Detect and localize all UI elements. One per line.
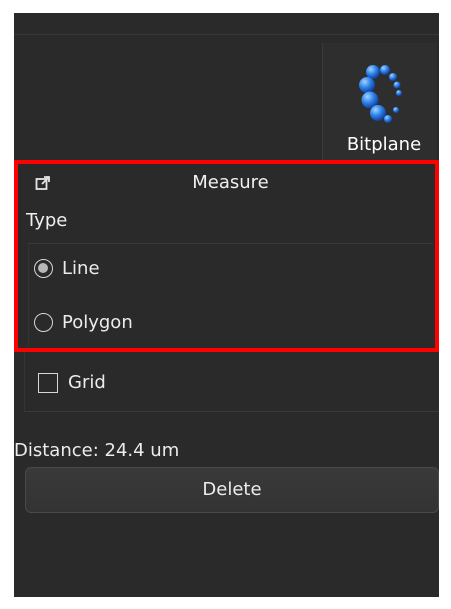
radio-button-icon[interactable] <box>34 313 53 332</box>
radio-line[interactable]: Line <box>34 258 100 279</box>
radio-polygon-label: Polygon <box>62 312 133 333</box>
grid-label: Grid <box>68 372 106 393</box>
measure-title: Measure <box>192 172 269 193</box>
logo-text: Bitplane <box>346 134 422 155</box>
right-margin <box>439 13 451 597</box>
radio-polygon[interactable]: Polygon <box>34 312 133 333</box>
radio-button-checked-icon[interactable] <box>34 259 53 278</box>
distance-readout: Distance: 24.4 um <box>14 440 180 461</box>
delete-button[interactable]: Delete <box>25 467 439 513</box>
measurement-panel: Bitplane Measure Type Line Polygon Grid … <box>14 13 439 597</box>
bitplane-logo-icon <box>359 65 402 123</box>
checkbox-icon[interactable] <box>38 372 58 393</box>
type-label: Type <box>26 210 68 231</box>
grid-checkbox[interactable]: Grid <box>38 372 106 393</box>
radio-line-label: Line <box>62 258 100 279</box>
top-strip <box>14 13 439 35</box>
measure-section-highlight: Measure Type Line Polygon <box>14 160 439 352</box>
